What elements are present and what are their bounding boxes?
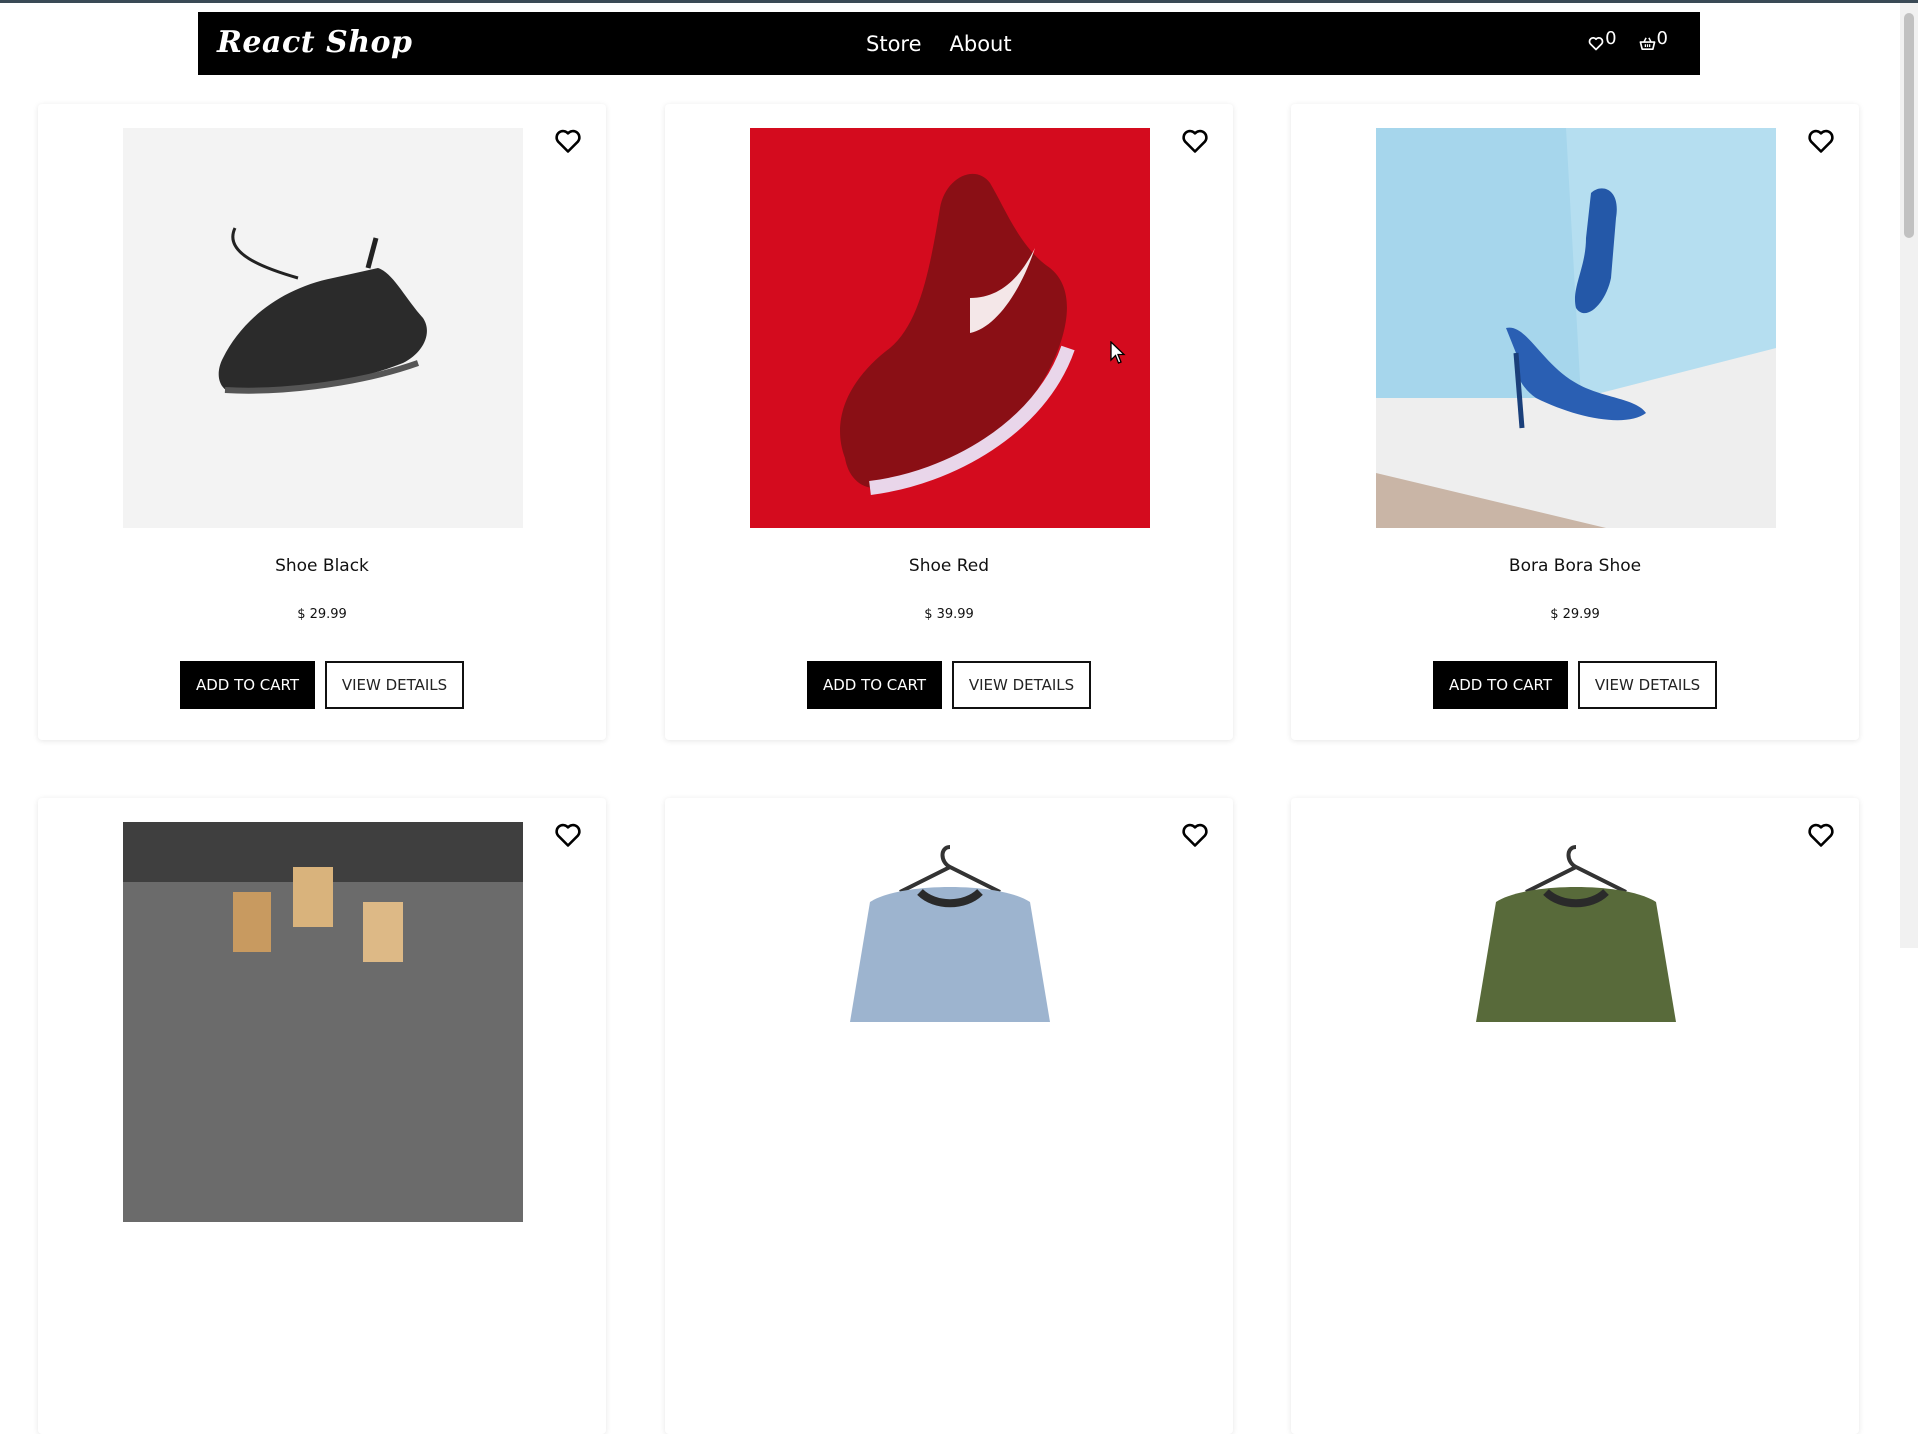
- basket-icon: [1639, 37, 1655, 51]
- view-details-button[interactable]: VIEW DETAILS: [325, 661, 464, 709]
- product-card: Shoe Red $ 39.99 ADD TO CART VIEW DETAIL…: [665, 104, 1233, 740]
- cart-button[interactable]: 0: [1639, 30, 1668, 51]
- product-actions: ADD TO CART VIEW DETAILS: [38, 661, 606, 709]
- product-actions: ADD TO CART VIEW DETAILS: [1291, 661, 1859, 709]
- favorite-heart-icon[interactable]: [1807, 822, 1835, 848]
- product-price: $ 39.99: [924, 607, 974, 622]
- nav-icons: 0 0: [1588, 30, 1668, 51]
- favorite-heart-icon[interactable]: [1181, 822, 1209, 848]
- product-image-floral-heels[interactable]: [1376, 128, 1776, 528]
- nav-link-about[interactable]: About: [950, 32, 1012, 56]
- heart-icon: [1588, 36, 1604, 51]
- wishlist-count: 0: [1605, 28, 1617, 49]
- product-card: Bora Bora Shoe $ 29.99 ADD TO CART VIEW …: [1291, 104, 1859, 740]
- product-image-green-shirt[interactable]: [1376, 822, 1776, 1222]
- product-card: [1291, 798, 1859, 1434]
- product-price: $ 29.99: [297, 607, 347, 622]
- brand-logo[interactable]: React Shop: [217, 25, 413, 60]
- product-image-black-shoe[interactable]: [123, 128, 523, 528]
- product-image-red-shoe[interactable]: [750, 128, 1150, 528]
- favorite-heart-icon[interactable]: [554, 822, 582, 848]
- scrollbar-thumb[interactable]: [1904, 13, 1914, 238]
- cart-count: 0: [1656, 28, 1668, 49]
- nav-link-store[interactable]: Store: [866, 32, 922, 56]
- view-details-button[interactable]: VIEW DETAILS: [1578, 661, 1717, 709]
- product-name: Bora Bora Shoe: [1508, 556, 1642, 576]
- favorite-heart-icon[interactable]: [554, 128, 582, 154]
- page-scrollbar[interactable]: [1900, 3, 1918, 948]
- product-image-blue-shirt[interactable]: [750, 822, 1150, 1222]
- favorite-heart-icon[interactable]: [1181, 128, 1209, 154]
- add-to-cart-button[interactable]: ADD TO CART: [180, 661, 315, 709]
- product-name: Shoe Black: [275, 556, 369, 576]
- nav-links: Store About: [866, 32, 1012, 56]
- navbar: React Shop Store About 0 0: [198, 12, 1700, 75]
- product-actions: ADD TO CART VIEW DETAILS: [665, 661, 1233, 709]
- product-card: Shoe Black $ 29.99 ADD TO CART VIEW DETA…: [38, 104, 606, 740]
- product-price: $ 29.99: [1550, 607, 1600, 622]
- product-image-wooden-blocks[interactable]: [123, 822, 523, 1222]
- wishlist-button[interactable]: 0: [1588, 28, 1617, 51]
- add-to-cart-button[interactable]: ADD TO CART: [807, 661, 942, 709]
- product-card: [665, 798, 1233, 1434]
- product-name: Shoe Red: [908, 556, 990, 576]
- add-to-cart-button[interactable]: ADD TO CART: [1433, 661, 1568, 709]
- mouse-cursor-icon: [1110, 341, 1126, 364]
- product-card: [38, 798, 606, 1434]
- view-details-button[interactable]: VIEW DETAILS: [952, 661, 1091, 709]
- favorite-heart-icon[interactable]: [1807, 128, 1835, 154]
